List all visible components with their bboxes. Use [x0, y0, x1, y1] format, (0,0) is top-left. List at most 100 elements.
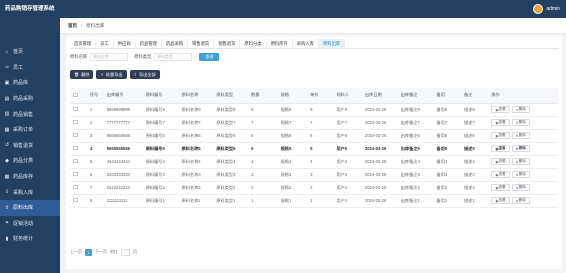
- prev-page-button[interactable]: 上一页: [70, 249, 82, 256]
- user-menu[interactable]: admin: [533, 4, 560, 14]
- top-menu-item[interactable]: 供应商: [114, 39, 136, 48]
- breadcrumb: 首页 / 原料出库: [60, 18, 566, 34]
- top-menu-item[interactable]: 销售退货: [188, 39, 215, 48]
- top-menu-item[interactable]: 员工: [96, 39, 114, 48]
- name-filter-input[interactable]: 原料名称: [90, 53, 129, 61]
- row-checkbox-cell[interactable]: [70, 116, 87, 130]
- view-button[interactable]: ◉ 查看: [491, 132, 510, 139]
- view-button-label: 查看: [498, 185, 506, 189]
- view-button[interactable]: ◉ 查看: [491, 106, 510, 113]
- row-delete-label: 删除: [518, 198, 526, 202]
- row-checkbox-cell[interactable]: [70, 103, 87, 117]
- sidebar-item[interactable]: ⇩ 采购入库: [0, 184, 60, 200]
- sidebar-item[interactable]: ⌂ 首页: [0, 44, 60, 60]
- row-delete-button[interactable]: ✕ 删除: [511, 106, 530, 113]
- row-checkbox[interactable]: [73, 145, 78, 151]
- sidebar-item[interactable]: ▦ 采购订单: [0, 122, 60, 138]
- sidebar-item[interactable]: ▣ 药品库: [0, 75, 60, 91]
- sidebar-item[interactable]: ▥ 药品销售: [0, 106, 60, 122]
- cell-qty: 9: [248, 103, 278, 117]
- sidebar-item-label: 采购订单: [13, 127, 34, 134]
- sidebar-item[interactable]: ▮ 财务统计: [0, 231, 60, 247]
- avatar[interactable]: [533, 4, 544, 14]
- cell-remark: 出库备注3: [397, 168, 434, 182]
- row-checkbox[interactable]: [73, 184, 78, 190]
- main-panel: 首页管理 员工 供应商 药品管理 药品采购 销售退货 销售退货 原料分类 原料库存 采购入库 原料出…: [66, 36, 562, 269]
- row-checkbox-cell[interactable]: [70, 168, 87, 182]
- top-menu-item[interactable]: 药品采购: [162, 39, 189, 48]
- cell-note: 描述4: [460, 155, 489, 169]
- sidebar-item[interactable]: ⇧ 原料出库: [0, 199, 60, 216]
- row-checkbox[interactable]: [73, 158, 78, 164]
- top-menu-item[interactable]: 原料分类: [240, 39, 267, 48]
- row-checkbox[interactable]: [73, 106, 78, 112]
- row-delete-button[interactable]: ✕ 删除: [511, 197, 530, 204]
- select-all-header[interactable]: [70, 88, 87, 104]
- row-delete-button[interactable]: ✕ 删除: [511, 145, 530, 152]
- column-header: 领料人: [333, 88, 362, 104]
- row-checkbox[interactable]: [73, 119, 78, 125]
- column-header: 序号: [86, 88, 104, 104]
- view-button[interactable]: ◉ 查看: [491, 119, 510, 126]
- row-checkbox-cell[interactable]: [70, 129, 87, 143]
- view-button[interactable]: ◉ 查看: [491, 184, 510, 191]
- sidebar-item-label: 原料出库: [13, 205, 34, 212]
- row-delete-button[interactable]: ✕ 删除: [511, 158, 530, 165]
- top-menu-item[interactable]: 采购入库: [293, 39, 319, 48]
- sidebar-item[interactable]: ☺ 员工: [0, 60, 60, 76]
- row-delete-button[interactable]: ✕ 删除: [511, 171, 530, 178]
- current-page[interactable]: 1: [85, 249, 92, 256]
- export-selected-button[interactable]: ⇪ 批量导出: [96, 70, 127, 79]
- row-checkbox-cell[interactable]: [70, 155, 87, 169]
- column-header: 操作: [488, 88, 558, 104]
- top-menu-item[interactable]: 药品管理: [136, 39, 162, 48]
- cell-type: 原料类型7: [213, 116, 249, 130]
- cell-no: 8: [86, 194, 104, 208]
- cell-no: 7: [86, 181, 104, 195]
- delete-button[interactable]: 🗑 删除: [70, 70, 94, 79]
- view-button[interactable]: ◉ 查看: [491, 197, 510, 204]
- view-button[interactable]: ◉ 查看: [491, 145, 510, 152]
- sidebar-item[interactable]: ✦ 促销活动: [0, 216, 60, 232]
- cell-out-no: 1111111111: [103, 194, 143, 208]
- next-page-button[interactable]: 下一页: [95, 249, 107, 256]
- row-checkbox[interactable]: [73, 132, 78, 138]
- cell-extra: 备用3: [433, 168, 461, 182]
- sidebar-item[interactable]: ▩ 药品库存: [0, 169, 60, 185]
- row-checkbox[interactable]: [73, 171, 78, 177]
- box-icon: ▣: [4, 79, 10, 86]
- export-all-button[interactable]: ⇪ 导出全部: [129, 70, 160, 79]
- sidebar-item[interactable]: ▤ 药品采购: [0, 91, 60, 107]
- row-delete-button[interactable]: ✕ 删除: [511, 132, 530, 139]
- outbound-icon: ⇧: [4, 204, 10, 211]
- cell-taker: 用户2: [333, 181, 362, 195]
- breadcrumb-home[interactable]: 首页: [68, 23, 77, 29]
- sidebar-item-label: 员工: [13, 64, 24, 71]
- cell-extra: 备用4: [433, 155, 461, 169]
- top-menu-item[interactable]: 首页管理: [70, 39, 97, 48]
- cell-spec: 规格5: [277, 142, 308, 156]
- cell-extra: 备用7: [433, 116, 461, 130]
- view-button-label: 查看: [498, 120, 506, 124]
- sidebar-item[interactable]: ◆ 药品分类: [0, 153, 60, 169]
- cell-spec: 规格7: [277, 116, 308, 130]
- search-button[interactable]: 查询: [199, 53, 220, 61]
- row-checkbox[interactable]: [73, 197, 78, 203]
- sidebar-item[interactable]: ↺ 销售退货: [0, 138, 60, 154]
- top-menu-item[interactable]: 原料出库: [318, 39, 346, 48]
- row-delete-button[interactable]: ✕ 删除: [511, 119, 530, 126]
- top-menu-item[interactable]: 原料库存: [267, 39, 293, 48]
- row-delete-button[interactable]: ✕ 删除: [511, 184, 530, 191]
- view-button[interactable]: ◉ 查看: [491, 171, 510, 178]
- username[interactable]: admin: [546, 6, 560, 12]
- cell-price: 6: [307, 129, 334, 143]
- row-checkbox-cell[interactable]: [70, 181, 87, 195]
- home-icon: ⌂: [5, 48, 9, 55]
- goto-page-input[interactable]: [121, 249, 130, 256]
- row-checkbox-cell[interactable]: [70, 194, 87, 208]
- type-filter-input[interactable]: 原料类型: [154, 53, 193, 61]
- view-button[interactable]: ◉ 查看: [491, 158, 510, 165]
- row-checkbox-cell[interactable]: [70, 142, 87, 156]
- select-all-checkbox[interactable]: [73, 92, 78, 97]
- top-menu-item[interactable]: 销售退货: [214, 39, 241, 48]
